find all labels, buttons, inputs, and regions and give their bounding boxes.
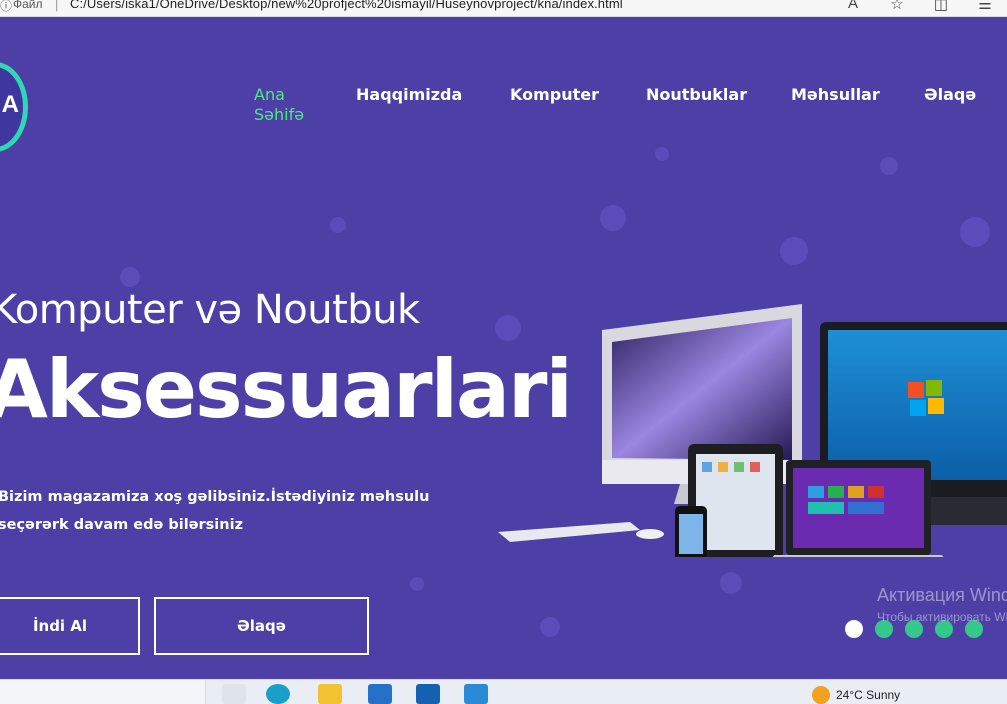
- windows-taskbar: 24°C Sunny: [0, 679, 1007, 704]
- bokeh-circle: [330, 217, 346, 233]
- devices-illustration: [498, 304, 1007, 557]
- bokeh-circle: [410, 577, 424, 591]
- nav-item-contact[interactable]: Əlaqə: [924, 85, 976, 105]
- bokeh-circle: [880, 157, 898, 175]
- browser-toolbar: A ☆ ◫ ☰: [831, 0, 1007, 15]
- nav-item-computer[interactable]: Komputer: [510, 85, 599, 105]
- nav-item-about[interactable]: Haqqimizda: [356, 85, 462, 105]
- task-view-icon[interactable]: [222, 684, 246, 704]
- bokeh-circle: [960, 217, 990, 247]
- bokeh-circle: [600, 205, 626, 231]
- main-navigation: Ana Səhifə Haqqimizda Komputer Noutbukla…: [0, 83, 1007, 133]
- mail-icon[interactable]: [416, 684, 440, 704]
- split-screen-icon[interactable]: ◫: [919, 0, 963, 15]
- contact-button[interactable]: Əlaqə: [154, 597, 369, 655]
- bokeh-circle: [540, 617, 560, 637]
- file-label: Файл: [13, 0, 43, 11]
- keyboard-image: [498, 522, 640, 542]
- hero-subtitle: Komputer və Noutbuk: [0, 287, 420, 333]
- favorite-star-icon[interactable]: ☆: [875, 0, 919, 15]
- watermark-title: Активация Windows: [877, 585, 1007, 605]
- read-aloud-icon[interactable]: A: [831, 0, 875, 15]
- hero-title: Aksessuarlari: [0, 343, 573, 436]
- taskbar-search[interactable]: [0, 680, 206, 704]
- edge-icon[interactable]: [266, 684, 290, 704]
- watermark-text: Чтобы активировать Windows, перейдите в …: [877, 610, 1007, 624]
- slider-dot[interactable]: [845, 620, 863, 638]
- bokeh-circle: [120, 267, 140, 287]
- file-explorer-icon[interactable]: [318, 684, 342, 704]
- buy-now-button[interactable]: İndi Al: [0, 597, 140, 655]
- divider: |: [55, 0, 59, 12]
- url-field[interactable]: C:/Users/iska1/OneDrive/Desktop/new%20pr…: [70, 0, 623, 11]
- bokeh-circle: [720, 572, 742, 594]
- phone-image: [675, 506, 707, 557]
- info-icon[interactable]: ⓘ: [0, 0, 12, 13]
- mouse-image: [636, 529, 664, 539]
- bokeh-circle: [655, 147, 669, 161]
- weather-text: 24°C Sunny: [836, 688, 901, 702]
- nav-item-products[interactable]: Məhsullar: [791, 85, 880, 105]
- weather-widget[interactable]: 24°C Sunny: [812, 686, 900, 704]
- store-icon[interactable]: [368, 684, 392, 704]
- nav-item-laptops[interactable]: Noutbuklar: [646, 85, 747, 105]
- nav-item-home[interactable]: Ana Səhifə: [254, 85, 314, 125]
- browser-address-bar: ⓘ Файл | C:/Users/iska1/OneDrive/Desktop…: [0, 0, 1007, 17]
- laptop-image: [772, 460, 944, 557]
- windows-activation-watermark: Активация Windows Чтобы активировать Win…: [877, 585, 1007, 624]
- sun-icon: [812, 686, 830, 704]
- vscode-icon[interactable]: [464, 684, 488, 704]
- hero-section: A Ana Səhifə Haqqimizda Komputer Noutbuk…: [0, 17, 1007, 679]
- favorites-list-icon[interactable]: ☰: [963, 0, 1007, 15]
- hero-description: Bizim magazamiza xoş gəlibsiniz.İstədiyi…: [0, 489, 430, 533]
- bokeh-circle: [780, 237, 808, 265]
